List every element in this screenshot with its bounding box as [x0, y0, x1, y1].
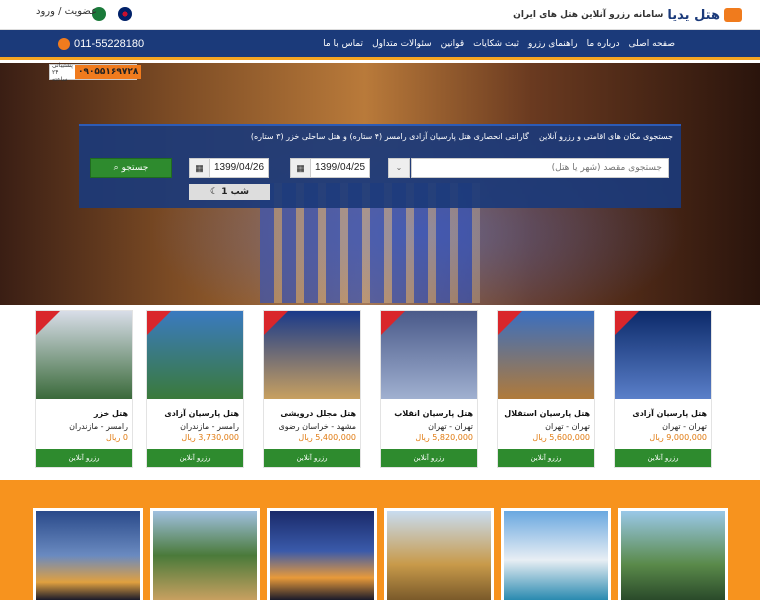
login-register-link[interactable]: عضویت / ورود — [36, 6, 97, 17]
check-in-field[interactable]: ▦ 1399/04/25 — [290, 158, 370, 178]
logo-mark-icon — [724, 8, 742, 22]
nights-label: 1 شب — [221, 187, 249, 197]
hotel-city: تهران - تهران — [428, 422, 473, 431]
hotel-card[interactable]: هتل پارسیان آزادی رامسر - مازندران 3,730,0… — [146, 310, 244, 468]
nav-item[interactable]: صفحه اصلی — [629, 39, 675, 49]
nav-item[interactable]: سئوالات متداول — [372, 39, 432, 49]
nights-count: ☾ 1 شب — [189, 184, 270, 200]
nav-links: صفحه اصلی درباره ما راهنمای رزرو ثبت شکایات… — [323, 39, 675, 49]
nav-item[interactable]: ثبت شکایات — [473, 39, 519, 49]
book-online-button[interactable]: رزرو آنلاین — [498, 449, 594, 467]
hotel-name: هتل پارسیان آزادی — [632, 409, 707, 418]
city-image — [153, 511, 257, 600]
book-online-button[interactable]: رزرو آنلاین — [147, 449, 243, 467]
top-bar: هتل یدیا سامانه رزرو آنلاین هتل های ایرا… — [0, 0, 760, 30]
city-tile[interactable] — [33, 508, 143, 600]
search-panel: جستجوی مکان های اقامتی و رزرو آنلاین گار… — [79, 124, 681, 208]
hotel-price: 5,820,000 ریال — [415, 433, 473, 442]
moon-icon: ☾ — [209, 187, 219, 197]
english-flag-icon[interactable] — [118, 7, 132, 21]
support-number: ۰۹۰۵۵۱۶۹۷۲۸ — [74, 65, 142, 79]
city-tile[interactable] — [618, 508, 728, 600]
city-tile[interactable] — [267, 508, 377, 600]
hotel-name: هتل خزر — [93, 409, 128, 418]
search-guarantee: گارانتی انحصاری هتل پارسیان آزادی رامسر … — [250, 132, 529, 141]
search-title: جستجوی مکان های اقامتی و رزرو آنلاین گار… — [251, 132, 673, 141]
book-online-button[interactable]: رزرو آنلاین — [615, 449, 711, 467]
hotel-card[interactable]: هتل پارسیان آزادی تهران - تهران 9,000,000 … — [614, 310, 712, 468]
city-image — [387, 511, 491, 600]
brand-name: هتل یدیا — [667, 7, 720, 23]
book-online-button[interactable]: رزرو آنلاین — [264, 449, 360, 467]
book-online-button[interactable]: رزرو آنلاین — [381, 449, 477, 467]
special-offer-ribbon — [381, 311, 405, 335]
hotel-price: 9,000,000 ریال — [649, 433, 707, 442]
hotel-name: هتل پارسیان انقلاب — [394, 409, 473, 418]
check-in-value: 1399/04/25 — [315, 162, 366, 173]
hotel-card[interactable]: هتل مجلل درویشی مشهد - خراسان رضوی 5,400,0… — [263, 310, 361, 468]
search-button-label: جستجو — [121, 163, 149, 173]
book-online-button[interactable]: رزرو آنلاین — [36, 449, 132, 467]
featured-hotels: هتل پارسیان آزادی تهران - تهران 9,000,000 … — [0, 305, 760, 480]
hotel-card[interactable]: هتل پارسیان استقلال تهران - تهران 5,600,00… — [497, 310, 595, 468]
calendar-icon: ▦ — [291, 159, 311, 177]
search-title-text: جستجوی مکان های اقامتی و رزرو آنلاین — [539, 132, 673, 141]
special-offer-ribbon — [36, 311, 60, 335]
destinations-section — [0, 480, 760, 600]
hotel-card[interactable]: هتل پارسیان انقلاب تهران - تهران 5,820,000… — [380, 310, 478, 468]
hotel-name: هتل مجلل درویشی — [280, 409, 356, 418]
phone-number: 011-55228180 — [74, 38, 145, 50]
hotel-price: 0 ریال — [106, 433, 128, 442]
main-nav: صفحه اصلی درباره ما راهنمای رزرو ثبت شکایات… — [0, 30, 760, 60]
hotel-name: هتل پارسیان استقلال — [504, 409, 590, 418]
city-tile[interactable] — [501, 508, 611, 600]
hotel-city: رامسر - مازندران — [69, 422, 128, 431]
hotel-card[interactable]: هتل خزر رامسر - مازندران 0 ریال رزرو آنلاین — [35, 310, 133, 468]
nav-item[interactable]: قوانین — [441, 39, 465, 49]
city-image — [270, 511, 374, 600]
city-tile[interactable] — [384, 508, 494, 600]
check-out-field[interactable]: ▦ 1399/04/26 — [189, 158, 269, 178]
check-out-value: 1399/04/26 — [214, 162, 265, 173]
special-offer-ribbon — [615, 311, 639, 335]
search-button[interactable]: ⌕ جستجو — [90, 158, 172, 178]
city-image — [621, 511, 725, 600]
hotel-price: 5,600,000 ریال — [532, 433, 590, 442]
destination-input[interactable] — [411, 158, 669, 178]
hotel-city: تهران - تهران — [545, 422, 590, 431]
chevron-down-icon[interactable]: ⌄ — [388, 158, 410, 178]
brand-tagline: سامانه رزرو آنلاین هتل های ایران — [513, 10, 664, 20]
hotel-city: مشهد - خراسان رضوی — [278, 422, 356, 431]
city-image — [504, 511, 608, 600]
nav-item[interactable]: تماس با ما — [323, 39, 363, 49]
support-label: پشتیبانی ۲۴ ساعته — [52, 61, 73, 83]
phone-icon — [58, 38, 70, 50]
special-offer-ribbon — [498, 311, 522, 335]
hotel-city: تهران - تهران — [662, 422, 707, 431]
search-icon: ⌕ — [113, 163, 119, 173]
city-tile[interactable] — [150, 508, 260, 600]
calendar-icon: ▦ — [190, 159, 210, 177]
hotel-city: رامسر - مازندران — [180, 422, 239, 431]
hotel-name: هتل پارسیان آزادی — [164, 409, 239, 418]
hotel-price: 5,400,000 ریال — [298, 433, 356, 442]
contact-phone[interactable]: 011-55228180 — [58, 38, 144, 50]
city-image — [36, 511, 140, 600]
brand-logo[interactable]: هتل یدیا سامانه رزرو آنلاین هتل های ایرا… — [513, 6, 742, 24]
special-offer-ribbon — [147, 311, 171, 335]
hotel-price: 3,730,000 ریال — [181, 433, 239, 442]
special-offer-ribbon — [264, 311, 288, 335]
nav-item[interactable]: راهنمای رزرو — [528, 39, 578, 49]
support-badge[interactable]: پشتیبانی ۲۴ ساعته ۰۹۰۵۵۱۶۹۷۲۸ — [49, 61, 142, 83]
nav-item[interactable]: درباره ما — [587, 39, 620, 49]
